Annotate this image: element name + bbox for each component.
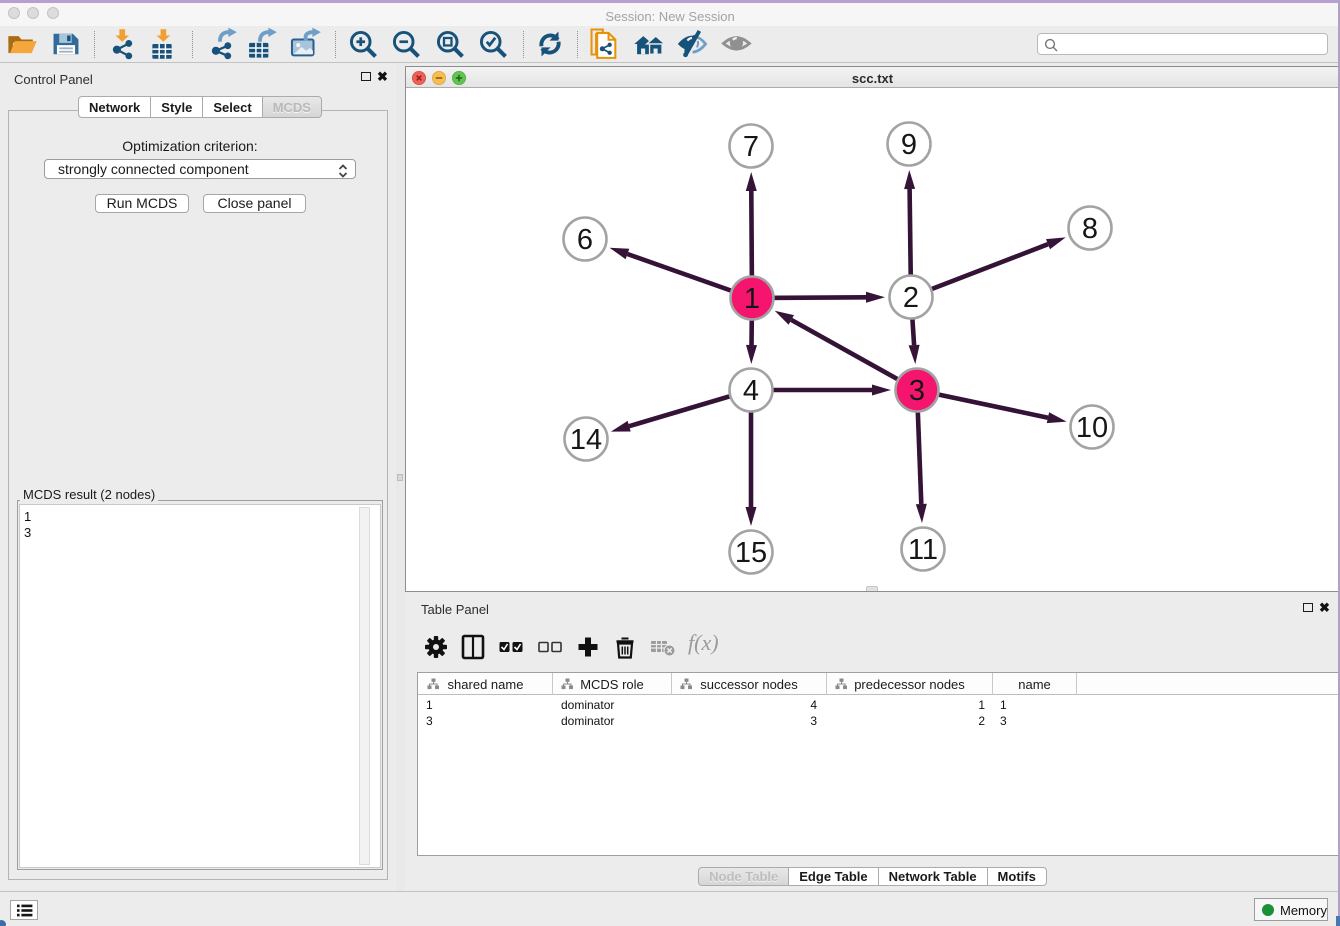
svg-text:4: 4 xyxy=(743,375,759,407)
svg-text:2: 2 xyxy=(903,282,919,314)
svg-text:10: 10 xyxy=(1076,412,1108,444)
svg-text:8: 8 xyxy=(1082,213,1098,245)
svg-text:11: 11 xyxy=(908,534,938,566)
svg-text:7: 7 xyxy=(743,131,759,163)
svg-text:6: 6 xyxy=(577,224,593,256)
svg-text:1: 1 xyxy=(744,283,760,315)
svg-text:3: 3 xyxy=(909,375,925,407)
svg-text:15: 15 xyxy=(735,537,767,569)
svg-text:9: 9 xyxy=(901,129,917,161)
svg-text:14: 14 xyxy=(570,424,602,456)
